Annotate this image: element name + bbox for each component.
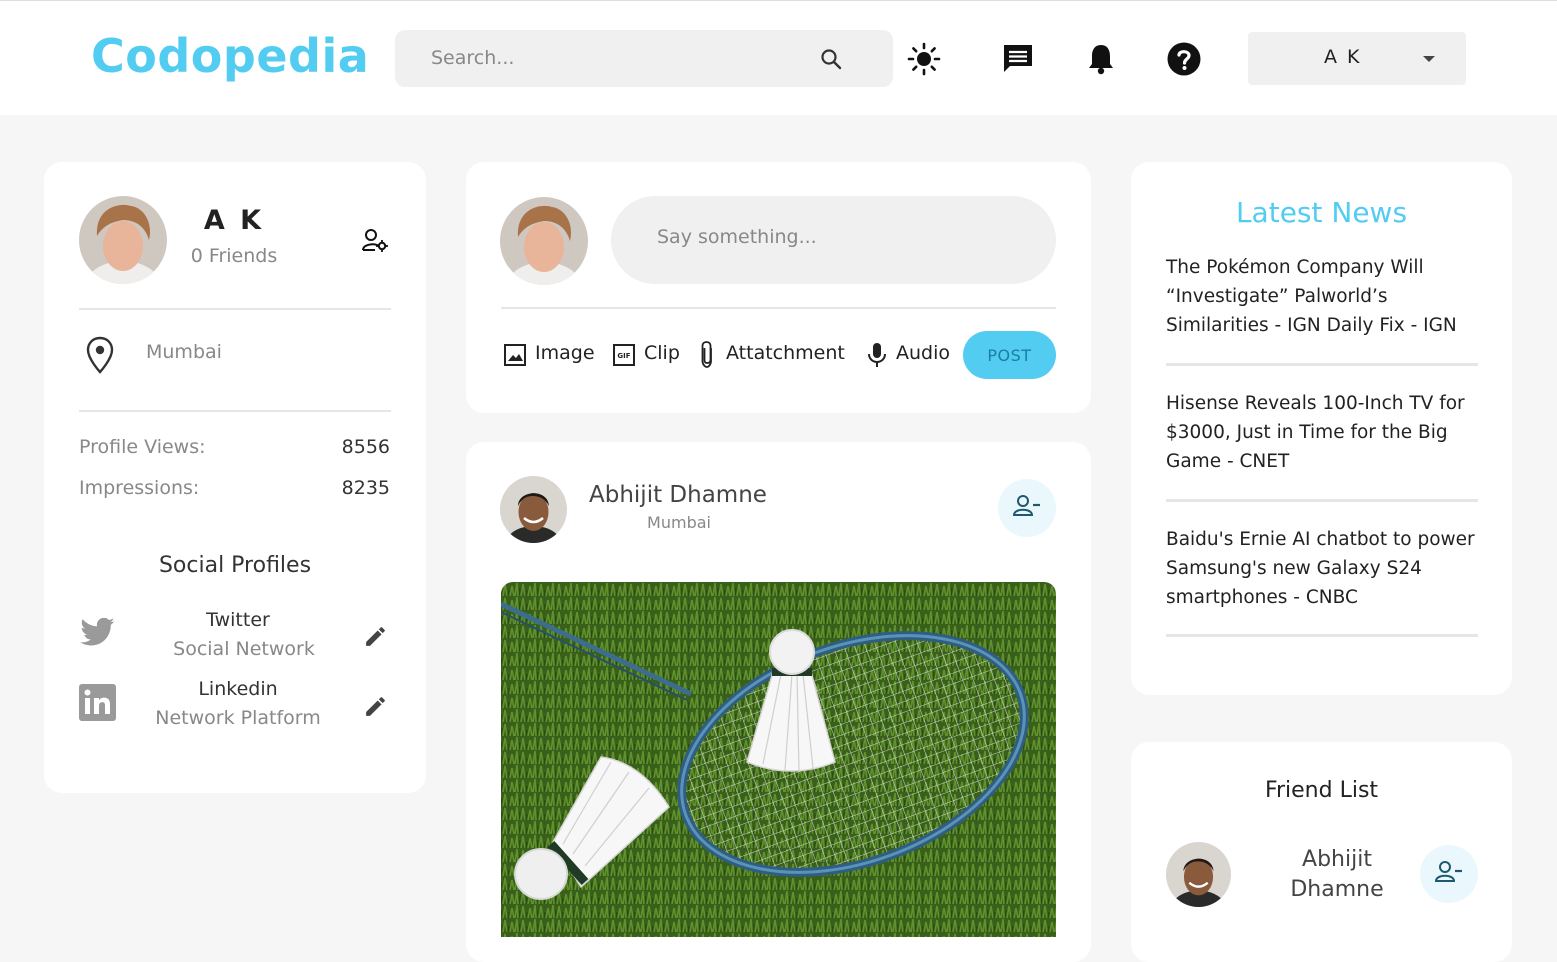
friend-last-name: Dhamne	[1290, 877, 1384, 902]
social-type: Network Platform	[155, 707, 321, 729]
news-item[interactable]: Hisense Reveals 100-Inch TV for $3000, J…	[1166, 389, 1484, 476]
friend-avatar[interactable]	[1166, 842, 1231, 907]
attachment-icon[interactable]	[697, 340, 717, 374]
social-name: Linkedin	[198, 678, 278, 700]
impressions-label: Impressions:	[79, 477, 200, 499]
profile-location: Mumbai	[146, 341, 222, 363]
post-image[interactable]	[501, 582, 1056, 937]
post-input-placeholder: Say something...	[657, 226, 817, 248]
search-icon[interactable]	[819, 47, 843, 75]
search-input[interactable]	[429, 44, 809, 72]
profile-views-label: Profile Views:	[79, 436, 206, 458]
remove-friend-button[interactable]	[1420, 845, 1478, 903]
clip-action-label[interactable]: Clip	[644, 342, 680, 364]
impressions-value: 8235	[341, 477, 390, 499]
divider	[501, 307, 1056, 309]
person-remove-icon	[1434, 860, 1464, 888]
help-icon[interactable]	[1166, 41, 1202, 77]
microphone-icon[interactable]	[866, 341, 888, 373]
news-title: Latest News	[1235, 196, 1408, 229]
news-item[interactable]: The Pokémon Company Will “Investigate” P…	[1166, 253, 1484, 340]
svg-text:GIF: GIF	[617, 352, 630, 360]
divider	[1166, 499, 1478, 502]
image-action-label[interactable]: Image	[535, 342, 595, 364]
social-name: Twitter	[206, 609, 270, 631]
manage-account-icon[interactable]	[361, 228, 389, 258]
light-mode-icon[interactable]	[906, 41, 942, 77]
friends-count: 0 Friends	[190, 245, 278, 267]
location-icon	[86, 336, 114, 378]
app-logo[interactable]: Codopedia	[91, 29, 369, 83]
user-menu-dropdown[interactable]: A K	[1248, 32, 1466, 85]
friend-name[interactable]: Abhijit Dhamne	[1262, 845, 1412, 905]
friend-first-name: Abhijit	[1302, 847, 1372, 872]
gif-icon[interactable]: GIF	[612, 343, 636, 371]
divider	[1166, 634, 1478, 637]
audio-action-label[interactable]: Audio	[896, 342, 950, 364]
divider	[79, 308, 391, 310]
composer-avatar[interactable]	[500, 197, 588, 285]
linkedin-icon[interactable]	[79, 684, 116, 725]
profile-avatar[interactable]	[79, 196, 167, 284]
user-menu-name: A K	[1324, 46, 1362, 68]
post-button[interactable]: POST	[963, 331, 1056, 379]
friend-list-title: Friend List	[1264, 778, 1379, 803]
edit-icon[interactable]	[363, 694, 388, 723]
search-box[interactable]	[395, 30, 893, 87]
post-input[interactable]: Say something...	[611, 196, 1056, 284]
divider	[79, 410, 391, 412]
social-profiles-title: Social Profiles	[158, 553, 312, 578]
news-item[interactable]: Baidu's Ernie AI chatbot to power Samsun…	[1166, 525, 1484, 612]
divider	[1166, 363, 1478, 366]
profile-views-value: 8556	[341, 436, 390, 458]
chevron-down-icon	[1423, 56, 1435, 62]
image-icon[interactable]	[503, 343, 527, 371]
edit-icon[interactable]	[363, 624, 388, 653]
profile-name: A K	[203, 205, 265, 236]
social-type: Social Network	[173, 638, 315, 660]
post-author-location: Mumbai	[647, 513, 711, 532]
top-navbar: Codopedia A K	[0, 0, 1557, 115]
post-author-avatar[interactable]	[500, 476, 567, 543]
attachment-action-label[interactable]: Attatchment	[726, 342, 845, 364]
person-remove-icon	[1012, 494, 1042, 522]
messages-icon[interactable]	[1000, 41, 1036, 77]
twitter-icon[interactable]	[79, 617, 116, 653]
post-author-name[interactable]: Abhijit Dhamne	[589, 482, 767, 508]
remove-friend-button[interactable]	[998, 479, 1056, 537]
notifications-icon[interactable]	[1083, 41, 1119, 77]
